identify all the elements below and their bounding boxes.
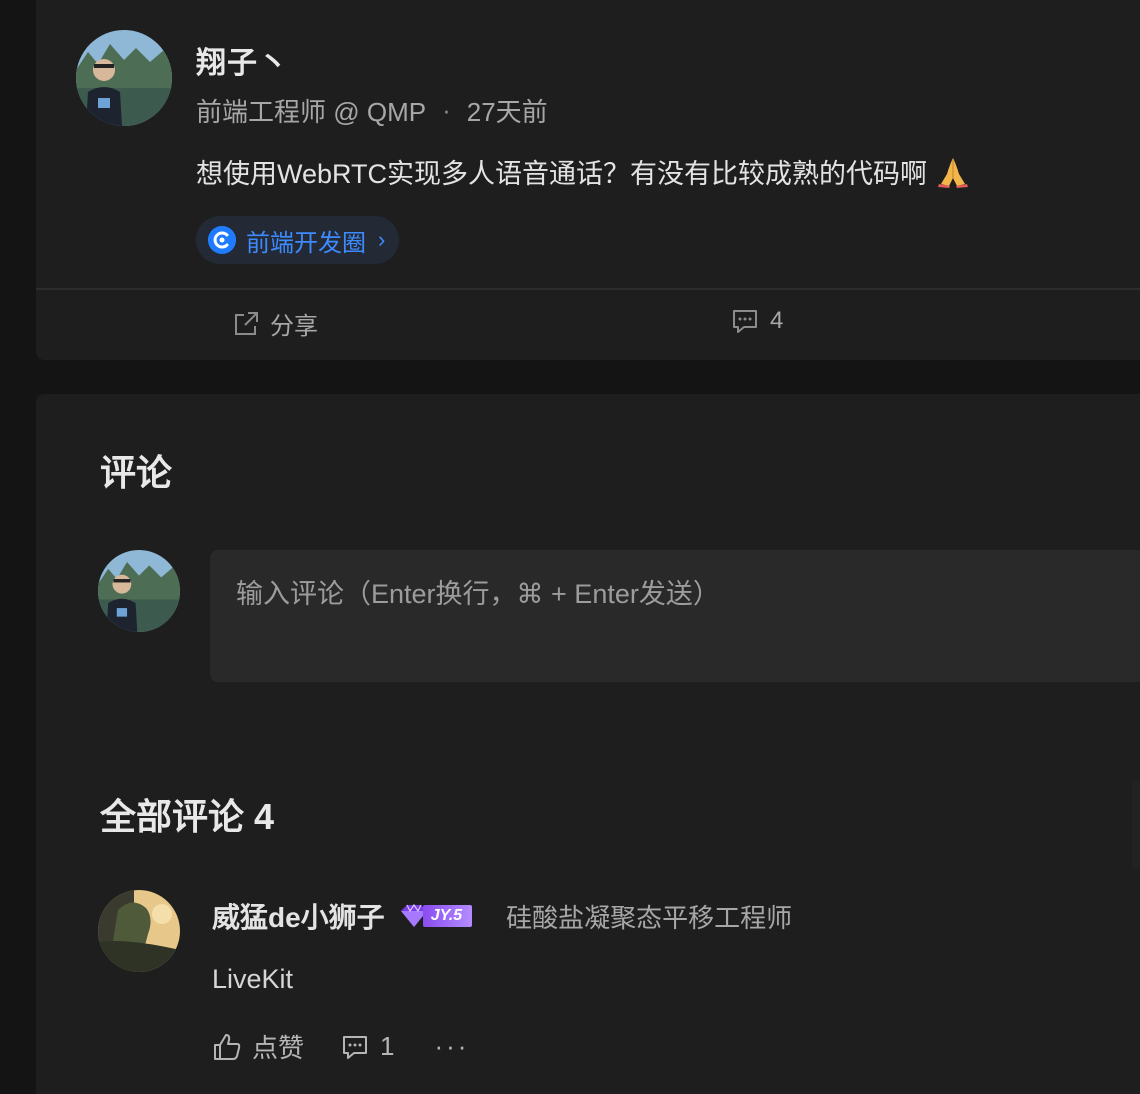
avatar-photo-icon bbox=[98, 890, 180, 972]
author-position: 前端工程师 @ QMP bbox=[196, 97, 427, 127]
comment-section: 评论 输入评论（Enter换行，⌘ + Enter发送） 全部评论 4 威猛de… bbox=[36, 394, 1140, 1094]
comment-icon bbox=[343, 1035, 368, 1059]
post-card: 翔子丶 前端工程师 @ QMP · 27天前 想使用WebRTC实现多人语音通话… bbox=[36, 0, 1140, 360]
circle-tag-button[interactable]: 前端开发圈 › bbox=[196, 216, 400, 264]
comment-header: 威猛de小狮子 JY.5 硅酸盐凝聚态平移工程师 bbox=[212, 896, 792, 936]
comment-actions: 点赞 1 ··· bbox=[212, 1028, 469, 1065]
post-content: 想使用WebRTC实现多人语音通话？有没有比较成熟的代码啊 bbox=[196, 152, 971, 191]
all-comments-title: 全部评论 4 bbox=[100, 796, 275, 837]
circle-tag-label: 前端开发圈 bbox=[246, 229, 366, 257]
level-label: JY.5 bbox=[422, 905, 473, 927]
meta-separator: · bbox=[442, 95, 451, 125]
current-user-avatar[interactable] bbox=[98, 550, 180, 632]
comment-input[interactable]: 输入评论（Enter换行，⌘ + Enter发送） bbox=[210, 550, 1140, 682]
post-author-name[interactable]: 翔子丶 bbox=[196, 38, 289, 82]
level-badge[interactable]: JY.5 bbox=[399, 902, 473, 930]
comment-icon bbox=[733, 310, 757, 333]
like-button[interactable]: 点赞 bbox=[212, 1028, 304, 1065]
comment-count: 4 bbox=[770, 307, 784, 334]
reply-count: 1 bbox=[380, 1031, 395, 1061]
commenter-name[interactable]: 威猛de小狮子 bbox=[212, 896, 385, 936]
folded-hands-emoji-icon bbox=[935, 154, 971, 190]
divider bbox=[36, 288, 1140, 290]
thumb-up-icon bbox=[214, 1033, 241, 1060]
share-button[interactable]: 分享 bbox=[232, 306, 318, 341]
reply-button[interactable]: 1 bbox=[340, 1031, 394, 1062]
post-meta: 前端工程师 @ QMP · 27天前 bbox=[196, 92, 548, 129]
more-options-icon[interactable]: ··· bbox=[434, 1031, 469, 1062]
post-time: 27天前 bbox=[466, 97, 548, 127]
commenter-title: 硅酸盐凝聚态平移工程师 bbox=[506, 902, 793, 933]
avatar-photo-icon bbox=[76, 30, 172, 126]
page: 翔子丶 前端工程师 @ QMP · 27天前 想使用WebRTC实现多人语音通话… bbox=[0, 0, 1140, 1094]
scrollbar[interactable] bbox=[1132, 780, 1140, 870]
comment-text: LiveKit bbox=[212, 964, 294, 994]
share-label: 分享 bbox=[270, 313, 318, 340]
chevron-right-icon: › bbox=[378, 227, 386, 252]
post-text: 想使用WebRTC实现多人语音通话？有没有比较成熟的代码啊 bbox=[196, 159, 928, 189]
like-label: 点赞 bbox=[252, 1033, 305, 1063]
author-avatar[interactable] bbox=[76, 30, 172, 126]
commenter-avatar[interactable] bbox=[98, 890, 180, 972]
comment-section-title: 评论 bbox=[100, 452, 173, 493]
circle-logo-icon bbox=[208, 226, 236, 254]
avatar-photo-icon bbox=[98, 550, 180, 632]
share-icon bbox=[235, 311, 258, 335]
comment-button[interactable]: 4 bbox=[730, 306, 783, 336]
